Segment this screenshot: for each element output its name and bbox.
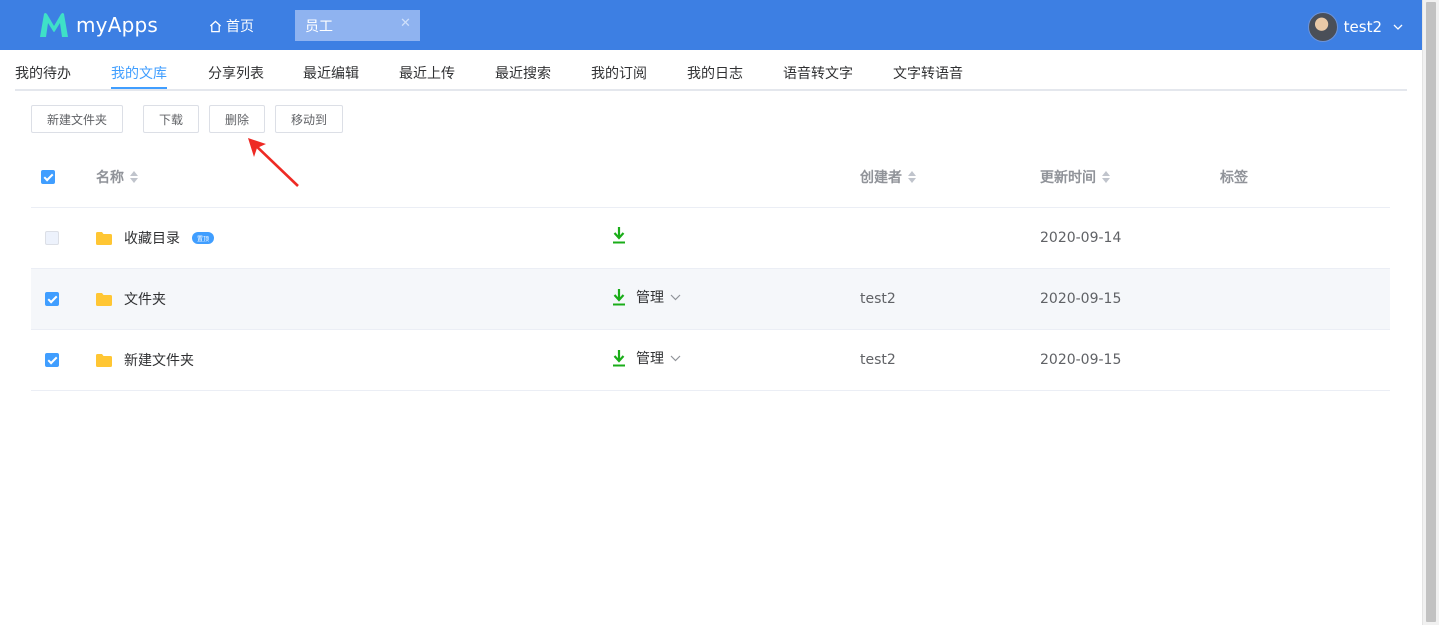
name-cell: 文件夹	[96, 269, 166, 329]
row-checkbox[interactable]	[45, 353, 59, 367]
row-checkbox-cell	[45, 269, 59, 329]
file-name[interactable]: 新建文件夹	[124, 350, 194, 370]
file-name[interactable]: 收藏目录	[124, 228, 180, 248]
close-icon[interactable]: ✕	[400, 17, 411, 30]
folder-icon	[96, 231, 112, 245]
creator-cell: test2	[860, 291, 896, 307]
sort-icon[interactable]	[908, 171, 916, 183]
app-logo[interactable]: myApps	[38, 9, 158, 41]
actions-cell: 管理	[612, 328, 681, 388]
table-header: 名称 创建者 更新时间 标签	[31, 147, 1390, 208]
home-nav-label: 首页	[226, 19, 254, 35]
tab-my-todo[interactable]: 我的待办	[15, 63, 71, 83]
pinned-badge: 置顶	[192, 232, 214, 244]
row-checkbox-cell	[45, 330, 59, 390]
tab-recent-upload[interactable]: 最近上传	[399, 63, 455, 83]
tab-my-library[interactable]: 我的文库	[111, 63, 167, 83]
manage-dropdown[interactable]: 管理	[636, 287, 681, 307]
actions-cell: 管理	[612, 267, 681, 327]
myapps-logo-icon	[40, 13, 68, 37]
sort-icon[interactable]	[130, 171, 138, 183]
updated-cell: 2020-09-14	[1040, 230, 1122, 246]
updated-cell: 2020-09-15	[1040, 352, 1122, 368]
sort-icon[interactable]	[1102, 171, 1110, 183]
new-folder-button[interactable]: 新建文件夹	[31, 105, 123, 133]
manage-dropdown[interactable]: 管理	[636, 348, 681, 368]
tab-my-subscriptions[interactable]: 我的订阅	[591, 63, 647, 83]
tab-my-logs[interactable]: 我的日志	[687, 63, 743, 83]
actions-cell	[612, 205, 626, 265]
vertical-scrollbar[interactable]	[1422, 0, 1439, 625]
download-icon[interactable]	[612, 349, 626, 367]
top-bar: myApps 首页 员工 ✕ test2	[0, 0, 1422, 50]
column-header-creator-label: 创建者	[860, 170, 902, 186]
updated-cell: 2020-09-15	[1040, 291, 1122, 307]
column-header-name[interactable]: 名称	[96, 147, 138, 207]
column-header-tags-label: 标签	[1220, 170, 1248, 186]
avatar	[1307, 12, 1338, 42]
download-icon[interactable]	[612, 288, 626, 306]
scrollbar-thumb[interactable]	[1426, 2, 1436, 622]
column-header-creator[interactable]: 创建者	[860, 147, 916, 207]
chevron-down-icon	[670, 294, 681, 300]
library-tabs: 我的待办 我的文库 分享列表 最近编辑 最近上传 最近搜索 我的订阅 我的日志 …	[15, 50, 1407, 91]
manage-label: 管理	[636, 351, 664, 367]
home-icon	[209, 20, 222, 32]
column-header-name-label: 名称	[96, 170, 124, 186]
manage-label: 管理	[636, 290, 664, 306]
table-row[interactable]: 新建文件夹 管理 test2 2020-09-15	[31, 330, 1390, 391]
table-row[interactable]: 收藏目录 置顶 2020-09-14	[31, 208, 1390, 269]
file-name[interactable]: 文件夹	[124, 289, 166, 309]
column-header-tags: 标签	[1220, 147, 1248, 207]
open-tab-employee[interactable]: 员工 ✕	[295, 10, 420, 41]
move-to-button[interactable]: 移动到	[275, 105, 343, 133]
folder-icon	[96, 292, 112, 306]
table-row[interactable]: 文件夹 管理 test2 2020-09-15	[31, 269, 1390, 330]
row-checkbox-cell	[45, 208, 59, 268]
active-tab-indicator	[111, 87, 167, 89]
user-name: test2	[1343, 18, 1382, 36]
delete-button[interactable]: 删除	[209, 105, 265, 133]
tab-share-list[interactable]: 分享列表	[208, 63, 264, 83]
chevron-down-icon	[670, 355, 681, 361]
column-header-updated-label: 更新时间	[1040, 170, 1096, 186]
home-nav-link[interactable]: 首页	[209, 16, 254, 36]
select-all-checkbox[interactable]	[41, 170, 55, 184]
app-name: myApps	[76, 13, 159, 37]
header-checkbox-cell	[41, 147, 55, 207]
user-menu[interactable]: test2	[1307, 12, 1404, 42]
name-cell: 收藏目录 置顶	[96, 208, 214, 268]
open-tab-label: 员工	[305, 18, 333, 35]
column-header-updated[interactable]: 更新时间	[1040, 147, 1110, 207]
row-checkbox[interactable]	[45, 292, 59, 306]
tab-recent-search[interactable]: 最近搜索	[495, 63, 551, 83]
tab-text-to-speech[interactable]: 文字转语音	[893, 63, 963, 83]
row-checkbox	[45, 231, 59, 245]
page: myApps 首页 员工 ✕ test2 我的待办 我的文库 分享列表 最近编辑	[0, 0, 1439, 625]
tab-recent-edit[interactable]: 最近编辑	[303, 63, 359, 83]
tab-speech-to-text[interactable]: 语音转文字	[783, 63, 853, 83]
chevron-down-icon	[1393, 24, 1403, 30]
download-button[interactable]: 下载	[143, 105, 199, 133]
download-icon[interactable]	[612, 226, 626, 244]
name-cell: 新建文件夹	[96, 330, 194, 390]
creator-cell: test2	[860, 352, 896, 368]
folder-icon	[96, 353, 112, 367]
